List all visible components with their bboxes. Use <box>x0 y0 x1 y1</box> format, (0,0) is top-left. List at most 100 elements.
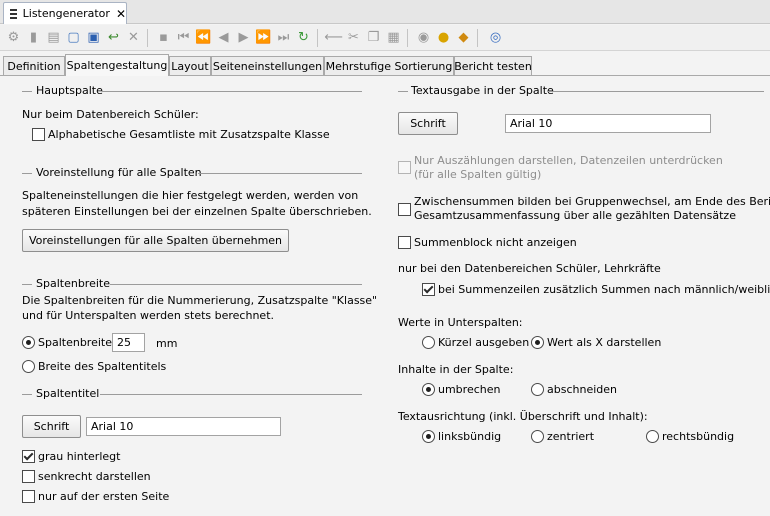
spaltenbreite-desc-1: Die Spaltenbreiten für die Nummerierung,… <box>22 294 378 307</box>
breite-spaltentitel-label: Breite des Spaltentitels <box>38 360 167 373</box>
spaltentitel-font-field[interactable]: Arial 10 <box>86 417 281 436</box>
tab-bericht-testen[interactable]: Bericht testen <box>454 56 532 75</box>
spaltenbreite-input[interactable]: 25 <box>112 333 145 352</box>
copy-icon[interactable]: ❐ <box>365 29 382 46</box>
tab-mehrstufige-sortierung[interactable]: Mehrstufige Sortierung <box>324 56 454 75</box>
alphabetische-liste-label: Alphabetische Gesamtliste mit Zusatzspal… <box>48 128 330 141</box>
hauptspalte-note: Nur beim Datenbereich Schüler: <box>22 108 199 121</box>
nur-auszaehlungen-label-1: Nur Auszählungen darstellen, Datenzeilen… <box>414 154 723 167</box>
panel-icon[interactable]: ▪ <box>155 29 172 46</box>
close-icon[interactable]: ✕ <box>116 7 126 21</box>
zentriert-label: zentriert <box>547 430 595 443</box>
group-line <box>110 284 362 285</box>
copy-doc-icon[interactable]: ▤ <box>45 29 62 46</box>
umbrechen-label: umbrechen <box>438 383 501 396</box>
abschneiden-label: abschneiden <box>547 383 617 396</box>
textausgabe-schrift-button[interactable]: Schrift <box>398 112 458 135</box>
senkrecht-checkbox[interactable] <box>22 470 35 483</box>
unterspalten-label: Werte in Unterspalten: <box>398 316 523 329</box>
group-line <box>22 91 32 92</box>
tab-seiteneinstellungen[interactable]: Seiteneinstellungen <box>211 56 324 75</box>
rechtsbuendig-radio[interactable] <box>646 430 659 443</box>
paste-icon[interactable]: ▦ <box>385 29 402 46</box>
summenblock-checkbox[interactable] <box>398 236 411 249</box>
gear-icon[interactable]: ⚙ <box>5 29 22 46</box>
grau-hinterlegt-label: grau hinterlegt <box>38 450 121 463</box>
spaltenbreite-desc-2: und für Unterspalten werden stets berech… <box>22 309 275 322</box>
zentriert-radio[interactable] <box>531 430 544 443</box>
zwischensummen-label-1: Zwischensummen bilden bei Gruppenwechsel… <box>414 195 770 208</box>
wert-x-label: Wert als X darstellen <box>547 336 662 349</box>
group-line <box>22 284 32 285</box>
help-icon[interactable]: ◎ <box>487 29 504 46</box>
senkrecht-label: senkrecht darstellen <box>38 470 151 483</box>
zwischensummen-checkbox[interactable] <box>398 203 411 216</box>
linksbuendig-label: linksbündig <box>438 430 502 443</box>
listengenerator-tab[interactable]: Listengenerator ✕ <box>3 2 127 24</box>
list-icon <box>10 8 17 19</box>
next-icon[interactable]: ▶ <box>235 29 252 46</box>
prev-page-icon[interactable]: ⏪ <box>195 29 212 46</box>
ausrichtung-label: Textausrichtung (inkl. Überschrift und I… <box>398 410 648 423</box>
spaltentitel-title: Spaltentitel <box>36 387 100 400</box>
grau-hinterlegt-checkbox[interactable] <box>22 450 35 463</box>
first-icon[interactable]: ⏮ <box>175 29 192 46</box>
hauptspalte-title: Hauptspalte <box>36 84 103 97</box>
zwischensummen-label-2: Gesamtzusammenfassung über alle gezählte… <box>414 209 736 222</box>
rechtsbuendig-label: rechtsbündig <box>662 430 735 443</box>
spaltenbreite-radio[interactable] <box>22 336 35 349</box>
group-line <box>22 394 32 395</box>
textausgabe-font-field[interactable]: Arial 10 <box>505 114 711 133</box>
document-tab-bar: Listengenerator ✕ <box>0 0 770 24</box>
datenbereiche-note: nur bei den Datenbereichen Schüler, Lehr… <box>398 262 661 275</box>
abschneiden-radio[interactable] <box>531 383 544 396</box>
next-page-icon[interactable]: ⏩ <box>255 29 272 46</box>
alphabetische-liste-checkbox[interactable] <box>32 128 45 141</box>
spaltenbreite-unit: mm <box>156 337 178 350</box>
delete-icon[interactable]: ✕ <box>125 29 142 46</box>
cut-icon[interactable]: ✂ <box>345 29 362 46</box>
save-icon[interactable]: ▣ <box>85 29 102 46</box>
group-line <box>22 173 32 174</box>
kuerzel-label: Kürzel ausgeben <box>438 336 530 349</box>
lightbulb-icon[interactable]: ● <box>435 29 452 46</box>
prev-icon[interactable]: ◀ <box>215 29 232 46</box>
umbrechen-radio[interactable] <box>422 383 435 396</box>
voreinstellungen-uebernehmen-button[interactable]: Voreinstellungen für alle Spalten überne… <box>22 229 289 252</box>
page-tabs: Definition Spaltengestaltung Layout Seit… <box>0 54 770 76</box>
spaltenbreite-radio-label: Spaltenbreite <box>38 336 112 349</box>
nur-auszaehlungen-checkbox[interactable] <box>398 161 411 174</box>
last-icon[interactable]: ⏭ <box>275 29 292 46</box>
summenzeilen-checkbox[interactable] <box>422 283 435 296</box>
voreinstellung-title: Voreinstellung für alle Spalten <box>36 166 202 179</box>
summenblock-label: Summenblock nicht anzeigen <box>414 236 577 249</box>
spaltentitel-schrift-button[interactable]: Schrift <box>22 415 81 438</box>
erste-seite-checkbox[interactable] <box>22 490 35 503</box>
remove-icon[interactable]: ⟵ <box>324 29 343 46</box>
group-line <box>102 91 362 92</box>
textausgabe-title: Textausgabe in der Spalte <box>411 84 554 97</box>
voreinstellung-desc-1: Spalteneinstellungen die hier festgelegt… <box>22 189 359 202</box>
wert-x-radio[interactable] <box>531 336 544 349</box>
group-line <box>198 173 362 174</box>
eye-icon[interactable]: ◉ <box>415 29 432 46</box>
kuerzel-radio[interactable] <box>422 336 435 349</box>
new-doc-icon[interactable]: ▢ <box>65 29 82 46</box>
tab-panel: Hauptspalte Nur beim Datenbereich Schüle… <box>0 75 770 516</box>
refresh-icon[interactable]: ↻ <box>295 29 312 46</box>
group-line <box>398 91 408 92</box>
summenzeilen-label: bei Summenzeilen zusätzlich Summen nach … <box>438 283 770 296</box>
bell-icon[interactable]: ◆ <box>455 29 472 46</box>
spaltenbreite-title: Spaltenbreite <box>36 277 110 290</box>
breite-spaltentitel-radio[interactable] <box>22 360 35 373</box>
group-line <box>100 394 362 395</box>
tab-definition[interactable]: Definition <box>3 56 65 75</box>
linksbuendig-radio[interactable] <box>422 430 435 443</box>
group-line <box>548 91 764 92</box>
tab-layout[interactable]: Layout <box>169 56 211 75</box>
voreinstellung-desc-2: späteren Einstellungen bei der einzelnen… <box>22 205 372 218</box>
tab-spaltengestaltung[interactable]: Spaltengestaltung <box>65 54 169 76</box>
undo-icon[interactable]: ↩ <box>105 29 122 46</box>
book-icon[interactable]: ▮ <box>25 29 42 46</box>
tab-title: Listengenerator <box>22 7 110 20</box>
